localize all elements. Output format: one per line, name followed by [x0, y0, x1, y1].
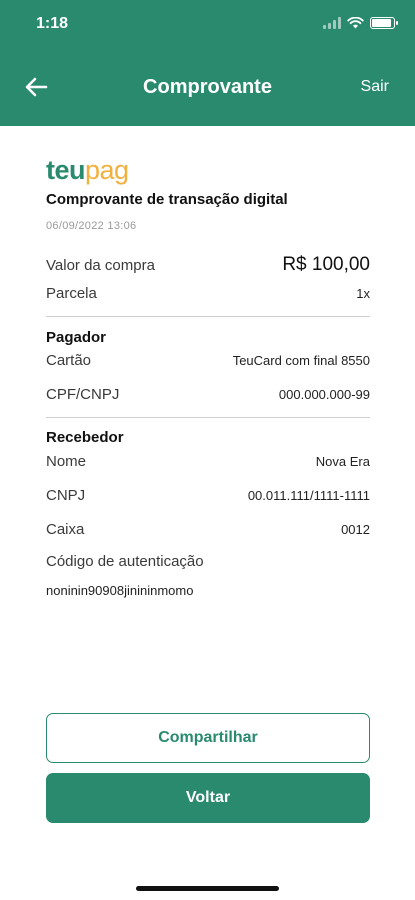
- nav-bar: Comprovante Sair: [0, 68, 415, 108]
- payer-title: Pagador: [46, 329, 107, 346]
- card-row: Cartão TeuCard com final 8550: [46, 352, 370, 369]
- back-button[interactable]: [22, 72, 52, 102]
- arrow-left-icon: [25, 77, 48, 97]
- receipt-title: Comprovante de transação digital: [46, 191, 288, 208]
- amount-value: R$ 100,00: [282, 254, 370, 275]
- card-label: Cartão: [46, 352, 92, 369]
- cnpj-row: CNPJ 00.011.111/1111-1111: [46, 487, 370, 504]
- divider: [46, 316, 370, 317]
- cnpj-value: 00.011.111/1111-1111: [247, 488, 370, 503]
- back-action-button[interactable]: Voltar: [46, 773, 370, 823]
- amount-label: Valor da compra: [46, 256, 155, 274]
- cnpj-label: CNPJ: [46, 487, 86, 504]
- installment-value: 1x: [356, 286, 370, 301]
- installment-row: Parcela 1x: [46, 285, 370, 302]
- receipt-card: teupag Comprovante de transação digital …: [46, 155, 370, 598]
- receiver-title: Recebedor: [46, 429, 124, 446]
- teupag-logo: teupag: [46, 155, 129, 185]
- app-header: 1:18 Comprovante Sair: [0, 0, 415, 126]
- home-indicator: [136, 886, 279, 891]
- share-button[interactable]: Compartilhar: [46, 713, 370, 763]
- amount-row: Valor da compra R$ 100,00: [46, 254, 370, 276]
- cashier-label: Caixa: [46, 521, 85, 538]
- name-value: Nova Era: [315, 454, 370, 469]
- divider: [46, 417, 370, 418]
- name-label: Nome: [46, 453, 87, 470]
- page-title: Comprovante: [143, 76, 272, 98]
- card-value: TeuCard com final 8550: [232, 353, 370, 368]
- doc-label: CPF/CNPJ: [46, 386, 120, 403]
- cashier-value: 0012: [341, 522, 370, 537]
- name-row: Nome Nova Era: [46, 453, 370, 470]
- battery-icon: [370, 17, 398, 29]
- status-bar: 1:18: [0, 14, 415, 38]
- installment-label: Parcela: [46, 285, 97, 302]
- auth-label: Código de autenticação: [46, 553, 204, 570]
- status-time: 1:18: [36, 15, 69, 32]
- doc-value: 000.000.000-99: [278, 387, 370, 402]
- status-icons: [323, 17, 398, 29]
- cashier-row: Caixa 0012: [46, 521, 370, 538]
- auth-code: noninin90908jinininmomo: [46, 583, 194, 598]
- signal-icon: [323, 17, 341, 29]
- receipt-date: 06/09/2022 13:06: [46, 220, 137, 232]
- doc-row: CPF/CNPJ 000.000.000-99: [46, 386, 370, 403]
- wifi-icon: [347, 17, 364, 29]
- exit-button[interactable]: Sair: [361, 78, 389, 96]
